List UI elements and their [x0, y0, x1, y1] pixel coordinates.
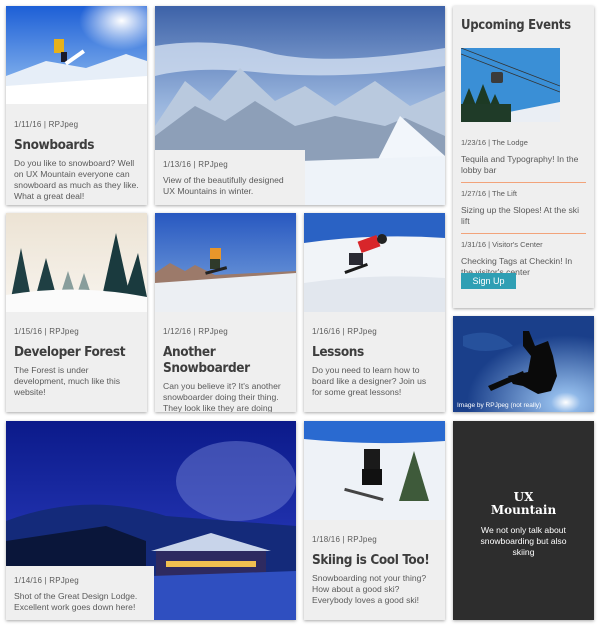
- card-title[interactable]: Lessons: [312, 344, 437, 360]
- card-title[interactable]: Skiing is Cool Too!: [312, 552, 437, 568]
- photo-credit-caption: Image by RPJpeg (not really): [457, 402, 542, 409]
- card-description: View of the beautifully designed UX Moun…: [163, 175, 284, 196]
- card-mountains[interactable]: 1/13/16 | RPJpeg View of the beautifully…: [155, 6, 445, 205]
- brand-tagline: We not only talk about snowboarding but …: [480, 525, 567, 557]
- events-panel: Upcoming Events 1/23/16 | The Lodge Tequ…: [453, 6, 594, 308]
- silhouette-photo-tile[interactable]: Image by RPJpeg (not really): [453, 316, 594, 412]
- overlay-caption: 1/14/16 | RPJpeg Shot of the Great Desig…: [6, 566, 154, 620]
- card-title[interactable]: Snowboards: [14, 137, 139, 153]
- card-snowboards[interactable]: 1/11/16 | RPJpeg Snowboards Do you like …: [6, 6, 147, 205]
- card-description: Can you believe it? It's another snowboa…: [163, 381, 281, 412]
- card-description: Do you like to snowboard? Well on UX Mou…: [14, 158, 139, 201]
- card-lodge[interactable]: 1/14/16 | RPJpeg Shot of the Great Desig…: [6, 421, 296, 620]
- overlay-caption: 1/13/16 | RPJpeg View of the beautifully…: [155, 150, 305, 205]
- card-date: 1/18/16 | RPJpeg: [312, 535, 377, 544]
- card-date: 1/14/16 | RPJpeg: [14, 576, 79, 585]
- card-date: 1/13/16 | RPJpeg: [163, 160, 228, 169]
- forest-photo: [6, 213, 147, 312]
- card-date: 1/15/16 | RPJpeg: [14, 327, 79, 336]
- card-date: 1/11/16 | RPJpeg: [14, 120, 79, 129]
- card-another-snowboarder[interactable]: 1/12/16 | RPJpeg Another Snowboarder Can…: [155, 213, 296, 412]
- card-date: 1/12/16 | RPJpeg: [163, 327, 228, 336]
- silhouette-snowboarder-photo: [453, 316, 594, 412]
- card-developer-forest[interactable]: 1/15/16 | RPJpeg Developer Forest The Fo…: [6, 213, 147, 412]
- snowboard-lesson-photo: [304, 213, 445, 312]
- ski-lift-photo: [461, 48, 560, 122]
- card-description: The Forest is under development, much li…: [14, 365, 121, 397]
- event-divider: [461, 233, 586, 234]
- event-divider: [461, 182, 586, 183]
- event-title[interactable]: Tequila and Typography! In the lobby bar: [461, 154, 586, 176]
- snowboarder-photo: [155, 213, 296, 312]
- card-description: Shot of the Great Design Lodge. Excellen…: [14, 591, 138, 612]
- card-title[interactable]: Developer Forest: [14, 344, 139, 360]
- event-title[interactable]: Sizing up the Slopes! At the ski lift: [461, 205, 586, 227]
- sign-up-button[interactable]: Sign Up: [461, 273, 516, 289]
- snowboard-jump-photo: [6, 6, 147, 104]
- events-heading: Upcoming Events: [461, 18, 571, 33]
- event-date: 1/23/16 | The Lodge: [461, 138, 528, 147]
- card-skiing[interactable]: 1/18/16 | RPJpeg Skiing is Cool Too! Sno…: [304, 421, 445, 620]
- logo-line-2: Mountain: [490, 503, 557, 517]
- card-date: 1/16/16 | RPJpeg: [312, 327, 377, 336]
- card-description: Snowboarding not your thing? How about a…: [312, 573, 427, 605]
- event-date: 1/27/16 | The Lift: [461, 189, 518, 198]
- card-lessons[interactable]: 1/16/16 | RPJpeg Lessons Do you need to …: [304, 213, 445, 412]
- brand-logo[interactable]: UX Mountain: [453, 491, 594, 517]
- card-description: Do you need to learn how to board like a…: [312, 365, 427, 397]
- card-title[interactable]: Another Snowboarder: [163, 344, 288, 376]
- brand-tile: UX Mountain We not only talk about snowb…: [453, 421, 594, 620]
- event-date: 1/31/16 | Visitor's Center: [461, 240, 543, 249]
- skier-photo: [304, 421, 445, 520]
